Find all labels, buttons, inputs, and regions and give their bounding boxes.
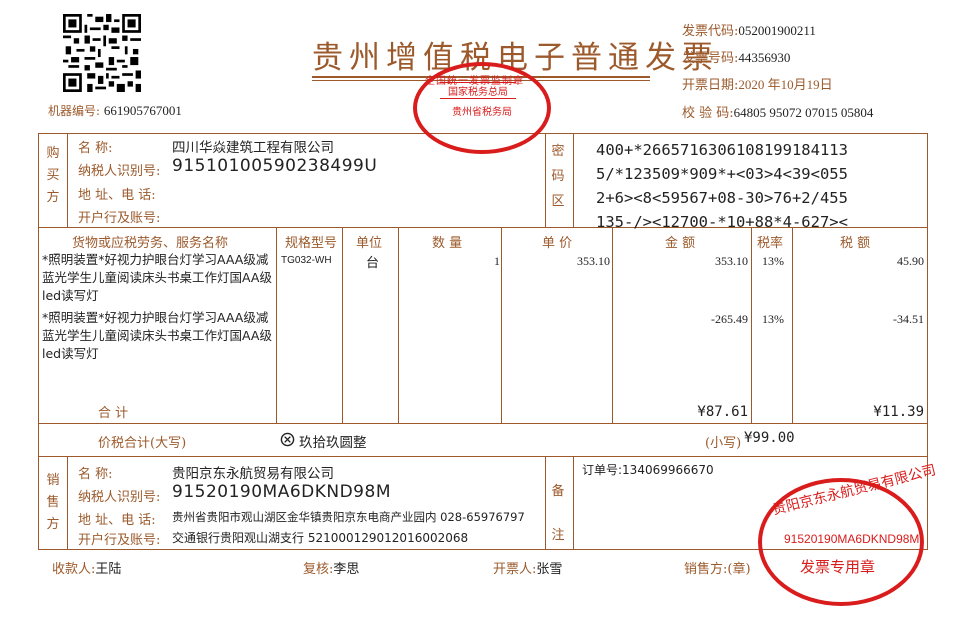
reviewer-value: 李思 <box>333 562 360 577</box>
seller-tax-id-label: 纳税人识别号: <box>78 490 161 505</box>
total-with-tax-label: 价税合计(大写) <box>98 436 187 451</box>
seller-bank: 交通银行贵阳观山湖支行 521000129012016002068 <box>172 531 469 545</box>
seller-address: 贵州省贵阳市观山湖区金华镇贵阳京东电商产业园内 028-65976797 <box>172 510 525 524</box>
table-row-tax: -34.51 <box>893 312 924 326</box>
buyer-tax-id: 91510100590238499U <box>172 156 378 176</box>
cipher-section-label: 密码区 <box>551 144 565 209</box>
header-rate: 税率 <box>757 236 784 251</box>
table-row-amount: 353.10 <box>715 254 748 268</box>
issuer-value: 张雪 <box>536 562 563 577</box>
invoice-date-value: 2020 年10月19日 <box>738 77 833 92</box>
table-row-goods: *照明装置*好视力护眼台灯学习AAA级减蓝光学生儿童阅读床头书桌工作灯国AA级l… <box>42 310 272 361</box>
issuer: 开票人:张雪 <box>493 558 562 577</box>
header-qty: 数 量 <box>432 236 463 251</box>
buyer-name-label: 名 称: <box>78 141 113 156</box>
header-price: 单 价 <box>542 236 573 251</box>
machine-number-label: 机器编号: <box>48 104 101 118</box>
check-code-value: 64805 95072 07015 05804 <box>733 105 874 120</box>
table-row-qty: 1 <box>494 254 500 268</box>
table-row-tax: 45.90 <box>897 254 924 268</box>
total-lower-label: (小写) <box>705 436 742 451</box>
seller-seal-bottom-text: 发票专用章 <box>800 558 876 576</box>
invoice-number-label: 发票号码: <box>682 51 739 66</box>
seller-seal-id-text: 91520190MA6DKND98M <box>784 532 920 546</box>
seller-tax-id: 91520190MA6DKND98M <box>172 482 391 502</box>
seller-section-label: 销售方 <box>46 473 60 532</box>
invoice-date-label: 开票日期: <box>682 78 739 93</box>
seller-name-label: 名 称: <box>78 467 113 482</box>
header-spec: 规格型号 <box>285 236 338 251</box>
buyer-section-label: 购买方 <box>46 146 60 205</box>
invoice-code-value: 052001900211 <box>738 23 816 38</box>
buyer-bank-label: 开户行及账号: <box>78 211 161 226</box>
tax-seal-bottom-text: 贵州省税务局 <box>452 107 512 118</box>
invoice-number: 发票号码:44356930 <box>682 47 790 66</box>
total-lower: ¥99.00 <box>744 430 795 446</box>
issuer-label: 开票人: <box>493 562 537 577</box>
cipher-line: 400+*2665716306108199184113 <box>596 141 848 159</box>
cipher-line: 2+6><8<59567+08-30>76+2/455 <box>596 189 848 207</box>
table-row-spec: TG032-WH <box>281 255 332 266</box>
buyer-tax-id-label: 纳税人识别号: <box>78 164 161 179</box>
remarks-section-label: 备注 <box>551 484 565 543</box>
invoice-date: 开票日期:2020 年10月19日 <box>682 74 833 93</box>
cipher-line: 135-/><12700-*10+88*4-627>< <box>596 213 848 231</box>
total-tax: ¥11.39 <box>873 404 924 420</box>
total-upper: 玖拾玖圆整 <box>299 435 367 451</box>
table-row-unit: 台 <box>366 256 380 271</box>
machine-number-value: 661905767001 <box>103 103 182 118</box>
header-amount: 金 额 <box>665 236 696 251</box>
cipher-area: 400+*2665716306108199184113 5/*123509*90… <box>596 138 848 234</box>
table-row-goods: *照明装置*好视力护眼台灯学习AAA级减蓝光学生儿童阅读床头书桌工作灯国AA级l… <box>42 252 272 303</box>
machine-number: 机器编号: 661905767001 <box>48 102 182 119</box>
table-row-amount: -265.49 <box>711 312 748 326</box>
header-unit: 单位 <box>356 236 383 251</box>
seller-bank-label: 开户行及账号: <box>78 533 161 548</box>
buyer-address-label: 地 址、电 话: <box>78 188 156 203</box>
total-label: 合 计 <box>98 406 129 421</box>
reviewer: 复核:李思 <box>303 558 359 577</box>
table-row-price: 353.10 <box>577 254 610 268</box>
invoice-number-value: 44356930 <box>738 50 791 65</box>
qr-code-icon <box>63 14 141 92</box>
reviewer-label: 复核: <box>303 562 334 577</box>
check-code-label: 校 验 码: <box>682 106 734 121</box>
seller-seal-label: 销售方:(章) <box>684 562 751 577</box>
invoice-code: 发票代码:052001900211 <box>682 20 816 39</box>
payee-label: 收款人: <box>52 562 96 577</box>
seller-address-label: 地 址、电 话: <box>78 513 156 528</box>
invoice-code-label: 发票代码: <box>682 24 739 39</box>
seller-name: 贵阳京东永航贸易有限公司 <box>172 466 334 482</box>
buyer-name: 四川华焱建筑工程有限公司 <box>172 140 334 156</box>
payee-value: 王陆 <box>95 562 122 577</box>
total-amount: ¥87.61 <box>697 404 748 420</box>
tax-seal-mid-text: 国家税务总局 <box>440 82 516 99</box>
circled-x-icon <box>280 432 295 447</box>
header-tax: 税 额 <box>840 236 871 251</box>
cipher-line: 5/*123509*909*+<03>4<39<055 <box>596 165 848 183</box>
payee: 收款人:王陆 <box>52 558 121 577</box>
table-row-rate: 13% <box>762 254 784 268</box>
header-goods: 货物或应税劳务、服务名称 <box>72 236 229 251</box>
remarks-text: 订单号:134069966670 <box>582 463 714 477</box>
table-row-rate: 13% <box>762 312 784 326</box>
check-code: 校 验 码:64805 95072 07015 05804 <box>682 102 873 121</box>
